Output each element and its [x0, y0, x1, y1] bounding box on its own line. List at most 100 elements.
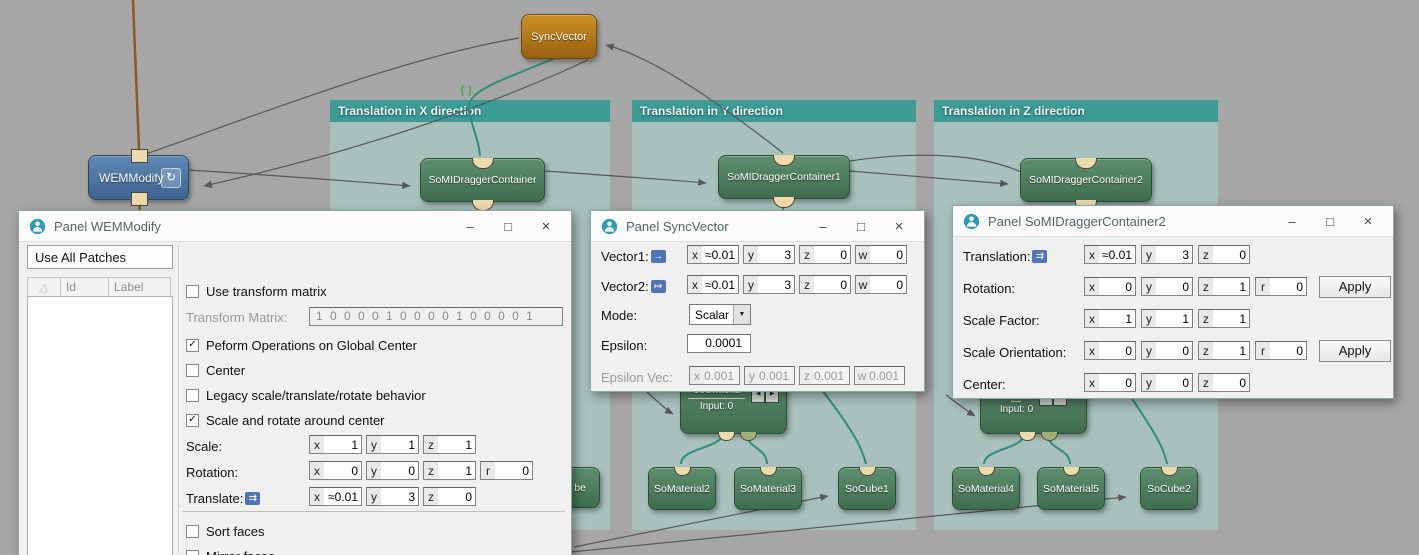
maximize-icon[interactable]: □: [1315, 214, 1345, 229]
patch-table-header-sort[interactable]: △: [27, 277, 61, 297]
rotation-r-field[interactable]: r0: [480, 461, 533, 480]
translation-y-field[interactable]: y3: [1141, 245, 1193, 264]
minimize-icon[interactable]: –: [1277, 214, 1307, 229]
edge-wem-to-syncvector[interactable]: [140, 38, 519, 156]
node-dragger-y[interactable]: SoMIDraggerContainer1: [718, 155, 850, 199]
scale-orientation-z-field[interactable]: z1: [1198, 341, 1250, 360]
scale-rotate-center-checkbox[interactable]: ✓: [186, 414, 199, 427]
vector1-y-field[interactable]: y3: [743, 245, 795, 264]
scale-factor-x-field[interactable]: x1: [1084, 309, 1136, 328]
patch-table-header-label[interactable]: Label: [109, 277, 171, 297]
rotation2-z-field[interactable]: z1: [1198, 277, 1250, 296]
node-material5[interactable]: SoMaterial5: [1037, 467, 1105, 510]
center-checkbox[interactable]: [186, 364, 199, 377]
minimize-icon[interactable]: –: [455, 219, 485, 234]
field-connection-icon[interactable]: ⇉: [1032, 250, 1047, 263]
scale-orientation-y-field[interactable]: y0: [1141, 341, 1193, 360]
mode-dropdown[interactable]: Scalar ▼: [689, 304, 751, 325]
mirror-faces-checkbox[interactable]: [186, 550, 199, 555]
node-material2[interactable]: SoMaterial2: [648, 467, 716, 510]
connector-cube1-top[interactable]: [859, 467, 876, 476]
rotation2-y-field[interactable]: y0: [1141, 277, 1193, 296]
scale-y-field[interactable]: y1: [366, 435, 419, 454]
edge-dragger1-to-syncvector[interactable]: [606, 45, 783, 153]
center-y-field[interactable]: y0: [1141, 373, 1193, 392]
edge-dragger1-to-dragger2-upper[interactable]: [850, 155, 1021, 172]
panel-dragger2-titlebar[interactable]: Panel SoMIDraggerContainer2 – □ ×: [953, 206, 1393, 237]
rotation-y-field[interactable]: y0: [366, 461, 419, 480]
node-material4[interactable]: SoMaterial4: [952, 467, 1020, 510]
field-connection-icon[interactable]: →: [651, 250, 666, 263]
connector-material2-top[interactable]: [674, 467, 691, 476]
center-z-field[interactable]: z0: [1198, 373, 1250, 392]
sort-faces-checkbox[interactable]: [186, 525, 199, 538]
edge-to-cube1[interactable]: [822, 390, 866, 464]
panel-wemmodify-titlebar[interactable]: Panel WEMModify – □ ×: [19, 211, 571, 242]
node-wemmodify[interactable]: WEMModify ↻: [88, 155, 189, 200]
connector-material5-top[interactable]: [1063, 467, 1080, 476]
close-icon[interactable]: ×: [884, 218, 914, 235]
connector-wem-bottom[interactable]: [131, 192, 148, 206]
legacy-checkbox[interactable]: [186, 389, 199, 402]
rotation2-r-field[interactable]: r0: [1255, 277, 1307, 296]
edge-into-switch-y[interactable]: [646, 391, 673, 414]
vector1-w-field[interactable]: w0: [855, 245, 907, 264]
scale-orientation-x-field[interactable]: x0: [1084, 341, 1136, 360]
scale-orientation-apply-button[interactable]: Apply: [1319, 340, 1391, 362]
node-syncvector[interactable]: SyncVector: [521, 14, 597, 59]
node-cube1[interactable]: SoCube1: [838, 467, 896, 510]
perform-global-checkbox[interactable]: ✓: [186, 339, 199, 352]
connector-wem-top[interactable]: [131, 149, 148, 163]
rotation-x-field[interactable]: x0: [309, 461, 362, 480]
vector1-z-field[interactable]: z0: [799, 245, 851, 264]
connector-material3-top[interactable]: [760, 467, 777, 476]
edge-syncvector-to-dragger0[interactable]: [468, 57, 557, 156]
connector-material4-top[interactable]: [978, 467, 995, 476]
scale-factor-z-field[interactable]: z1: [1198, 309, 1250, 328]
vector1-x-field[interactable]: x≈0.01: [687, 245, 739, 264]
connector-dragger-x-top[interactable]: [472, 158, 494, 169]
rotation-apply-button[interactable]: Apply: [1319, 276, 1391, 298]
tab-use-all-patches[interactable]: Use All Patches: [27, 245, 173, 269]
edge-switchy-to-material2[interactable]: [681, 431, 724, 464]
rotation-z-field[interactable]: z1: [423, 461, 476, 480]
translation-x-field[interactable]: x≈0.01: [1084, 245, 1136, 264]
use-transform-matrix-checkbox[interactable]: [186, 285, 199, 298]
edge-dragger0-to-dragger1[interactable]: [546, 171, 706, 183]
vector2-y-field[interactable]: y3: [743, 275, 795, 294]
rotation2-x-field[interactable]: x0: [1084, 277, 1136, 296]
minimize-icon[interactable]: –: [808, 219, 838, 234]
node-graph-canvas[interactable]: Translation in X direction Translation i…: [0, 0, 1419, 555]
scale-z-field[interactable]: z1: [423, 435, 476, 454]
vector2-x-field[interactable]: x≈0.01: [687, 275, 739, 294]
maximize-icon[interactable]: □: [493, 219, 523, 234]
vector2-z-field[interactable]: z0: [799, 275, 851, 294]
node-cube2[interactable]: SoCube2: [1140, 467, 1198, 510]
close-icon[interactable]: ×: [531, 218, 561, 235]
maximize-icon[interactable]: □: [846, 219, 876, 234]
translate-x-field[interactable]: x≈0.01: [309, 487, 362, 506]
field-connection-icon[interactable]: ⇉: [245, 492, 260, 505]
connector-dragger-y-top[interactable]: [773, 155, 795, 166]
patch-table-body[interactable]: [27, 296, 173, 555]
panel-syncvector-titlebar[interactable]: Panel SyncVector – □ ×: [591, 211, 924, 242]
edge-switchz-to-material4[interactable]: [984, 432, 1025, 464]
patch-table-header-id[interactable]: Id: [61, 277, 109, 297]
refresh-icon[interactable]: ↻: [161, 168, 181, 188]
scale-x-field[interactable]: x1: [309, 435, 362, 454]
edge-dragger1-to-dragger2[interactable]: [850, 171, 1008, 184]
close-icon[interactable]: ×: [1353, 213, 1383, 230]
connector-dragger-z-top[interactable]: [1075, 158, 1097, 169]
scale-orientation-r-field[interactable]: r0: [1255, 341, 1307, 360]
center-x-field[interactable]: x0: [1084, 373, 1136, 392]
epsilon-field[interactable]: 0.0001: [687, 334, 751, 353]
node-dragger-z[interactable]: SoMIDraggerContainer2: [1020, 158, 1152, 202]
node-material3[interactable]: SoMaterial3: [734, 467, 802, 510]
panel-syncvector[interactable]: Panel SyncVector – □ × Vector1: → x≈0.01…: [590, 210, 925, 392]
translate-z-field[interactable]: z0: [423, 487, 476, 506]
translate-y-field[interactable]: y3: [366, 487, 419, 506]
panel-wemmodify[interactable]: Panel WEMModify – □ × Use All Patches △ …: [18, 210, 572, 555]
panel-dragger2[interactable]: Panel SoMIDraggerContainer2 – □ × Transl…: [952, 205, 1394, 399]
edge-wem-to-dragger0[interactable]: [188, 170, 410, 186]
node-dragger-x[interactable]: SoMIDraggerContainer: [420, 158, 545, 202]
